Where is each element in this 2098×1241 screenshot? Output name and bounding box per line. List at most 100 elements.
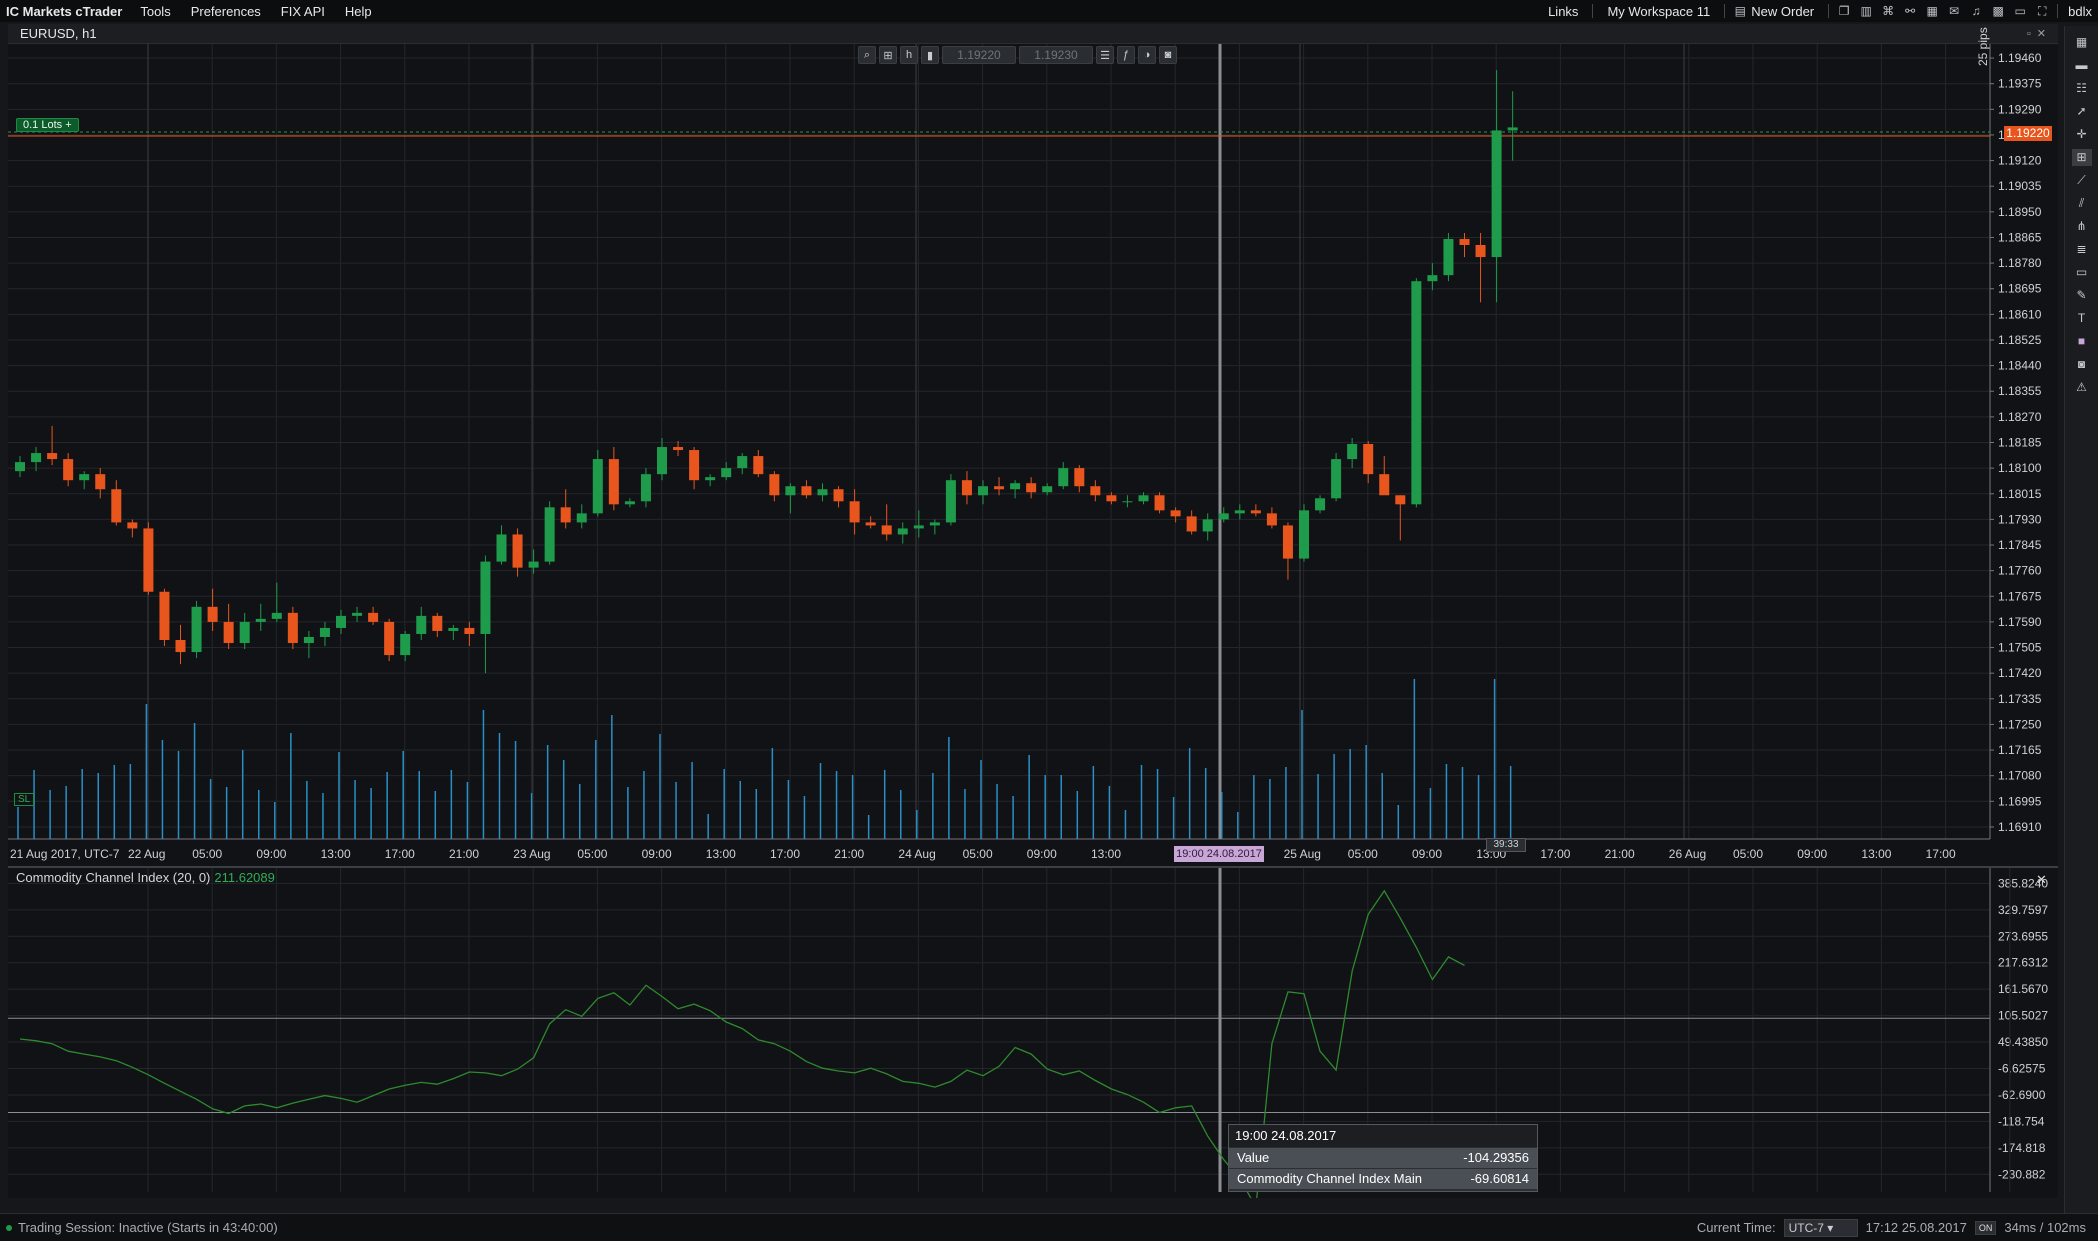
fullscreen-icon[interactable]: ⛶ [2031, 4, 2053, 19]
rectangle-icon[interactable]: ▭ [2072, 264, 2092, 281]
candle-body [111, 489, 122, 523]
menu-help[interactable]: Help [335, 4, 382, 19]
document-icon[interactable]: ▤ [1729, 4, 1751, 18]
candle-body [303, 636, 314, 644]
copy-icon[interactable]: ❐ [1833, 4, 1855, 18]
price-axis-label: 1.16995 [1998, 794, 2042, 808]
time-axis-label: 09:00 [1412, 847, 1442, 861]
link-icon[interactable]: ⚯ [1899, 4, 1921, 18]
menu-tools[interactable]: Tools [130, 4, 180, 19]
latency-text: 34ms / 102ms [2004, 1220, 2086, 1235]
pencil-icon[interactable]: ✎ [2072, 287, 2092, 304]
menu-fix-api[interactable]: FIX API [271, 4, 335, 19]
candle-body [1042, 486, 1053, 493]
tooltip-value: -69.60814 [1470, 1171, 1529, 1186]
candle-body [913, 525, 924, 529]
cci-axis-label: 329.7597 [1998, 903, 2048, 917]
single-layout-icon[interactable]: ▬ [2072, 57, 2092, 74]
candle-body [1154, 495, 1165, 511]
cursor-icon[interactable]: ➚ [2072, 103, 2092, 120]
line-tool-icon[interactable]: ⟋ [2072, 172, 2092, 189]
robot-icon[interactable]: ◑ [1138, 46, 1156, 64]
price-chart-svg[interactable]: 1.194601.193751.192901.192051.191201.190… [8, 44, 2058, 866]
time-axis-label: 23 Aug [513, 847, 550, 861]
mail-icon[interactable]: ✉ [1943, 4, 1965, 18]
indicators-icon[interactable]: ☰ [1096, 46, 1114, 64]
toggle-switch[interactable]: ON [1974, 1220, 1997, 1235]
price-axis-label: 1.18780 [1998, 256, 2042, 270]
stop-loss-tag[interactable]: SL [14, 793, 35, 806]
links-button[interactable]: Links [1538, 4, 1588, 19]
candle-body [207, 606, 218, 622]
candle-body [47, 453, 58, 460]
camera-icon[interactable]: ◙ [2072, 356, 2092, 373]
candle-body [255, 618, 266, 622]
lots-position-tag[interactable]: 0.1 Lots + [16, 118, 79, 132]
chart-window-buttons[interactable]: ▫✕ [2027, 24, 2052, 44]
timezone-value: UTC-7 [1788, 1220, 1824, 1235]
channel-tool-icon[interactable]: ⫽ [2072, 195, 2092, 212]
workspace-button[interactable]: My Workspace 11 [1597, 4, 1720, 19]
cci-axis-label: 273.6955 [1998, 929, 2048, 943]
window-icon[interactable]: ▭ [2009, 4, 2031, 18]
sell-price-button[interactable]: 1.19220 [942, 46, 1016, 64]
price-axis-label: 1.17165 [1998, 743, 2042, 757]
user-name[interactable]: bdlx [2062, 4, 2098, 19]
alert-icon[interactable]: ⚠ [2072, 379, 2092, 396]
candle-body [769, 474, 780, 496]
new-order-button[interactable]: New Order [1751, 4, 1824, 19]
separator [1592, 4, 1594, 18]
trading-session-text: Trading Session: Inactive (Starts in 43:… [18, 1220, 278, 1235]
time-axis-label: 21 Aug 2017, UTC-7 [10, 847, 120, 861]
tag-icon[interactable]: ⌘ [1877, 4, 1899, 18]
fibonacci-icon[interactable]: ≣ [2072, 241, 2092, 258]
price-axis-label: 1.18185 [1998, 436, 2042, 450]
split-layout-icon[interactable]: ☷ [2072, 80, 2092, 97]
price-axis-label: 1.16910 [1998, 820, 2042, 834]
layout-icon[interactable]: ▥ [1855, 4, 1877, 18]
crosshair-icon[interactable]: ✛ [2072, 126, 2092, 143]
price-axis-label: 1.17420 [1998, 666, 2042, 680]
candle-body [127, 522, 138, 529]
grid-layout-icon[interactable]: ▦ [2072, 34, 2092, 51]
pitchfork-icon[interactable]: ⋔ [2072, 218, 2092, 235]
candle-body [1459, 238, 1470, 246]
zoom-icon[interactable]: ⌕ [858, 46, 876, 64]
bell-icon[interactable]: ♫ [1965, 4, 1987, 18]
indicator-label[interactable]: Commodity Channel Index (20, 0) 211.62089 [16, 870, 275, 885]
candle-body [287, 612, 298, 644]
candle-body [1363, 444, 1374, 475]
tooltip-row: Commodity Channel Index Main -69.60814 [1229, 1168, 1537, 1189]
text-icon[interactable]: T [2072, 310, 2092, 327]
price-axis-label: 1.18950 [1998, 205, 2042, 219]
camera-icon[interactable]: ◙ [1159, 46, 1177, 64]
cci-chart-svg[interactable]: 385.8240329.7597273.6955217.6312161.5670… [8, 868, 2058, 1210]
candle-body [1106, 495, 1117, 502]
price-axis-label: 1.19290 [1998, 102, 2042, 116]
separator [2057, 4, 2059, 18]
status-bar: Trading Session: Inactive (Starts in 43:… [0, 1213, 2098, 1241]
candle-body [1299, 510, 1309, 559]
calendar-icon[interactable]: ▦ [1921, 4, 1943, 18]
buy-price-button[interactable]: 1.19230 [1019, 46, 1093, 64]
timeframe-icon[interactable]: h [900, 46, 918, 64]
color-icon[interactable]: ■ [2072, 333, 2092, 350]
close-icon[interactable]: ✕ [2036, 872, 2047, 888]
main-chart-area[interactable]: 1.194601.193751.192901.192051.191201.190… [8, 44, 2058, 866]
candle-body [1395, 495, 1406, 505]
lots-plus-icon[interactable]: + [65, 119, 71, 131]
candle-body [432, 615, 443, 631]
timezone-select[interactable]: UTC-7 ▾ [1783, 1218, 1858, 1237]
candle-body [1218, 513, 1229, 520]
indicator-chart-area[interactable]: 385.8240 329.7597 273.6955 217.6312 161.5670… [8, 866, 2058, 1210]
crosshair-box-icon[interactable]: ⊞ [2071, 149, 2092, 166]
zoom-area-icon[interactable]: ⊞ [879, 46, 897, 64]
function-icon[interactable]: ƒ [1117, 46, 1135, 64]
menu-preferences[interactable]: Preferences [181, 4, 271, 19]
candle-body [705, 477, 716, 481]
cci-axis-label: -62.6900 [1998, 1088, 2046, 1102]
price-axis-label: 1.18355 [1998, 384, 2042, 398]
chart-type-icon[interactable]: ▮ [921, 46, 939, 64]
calculator-icon[interactable]: ▩ [1987, 4, 2009, 18]
time-axis-label: 21:00 [1605, 847, 1635, 861]
